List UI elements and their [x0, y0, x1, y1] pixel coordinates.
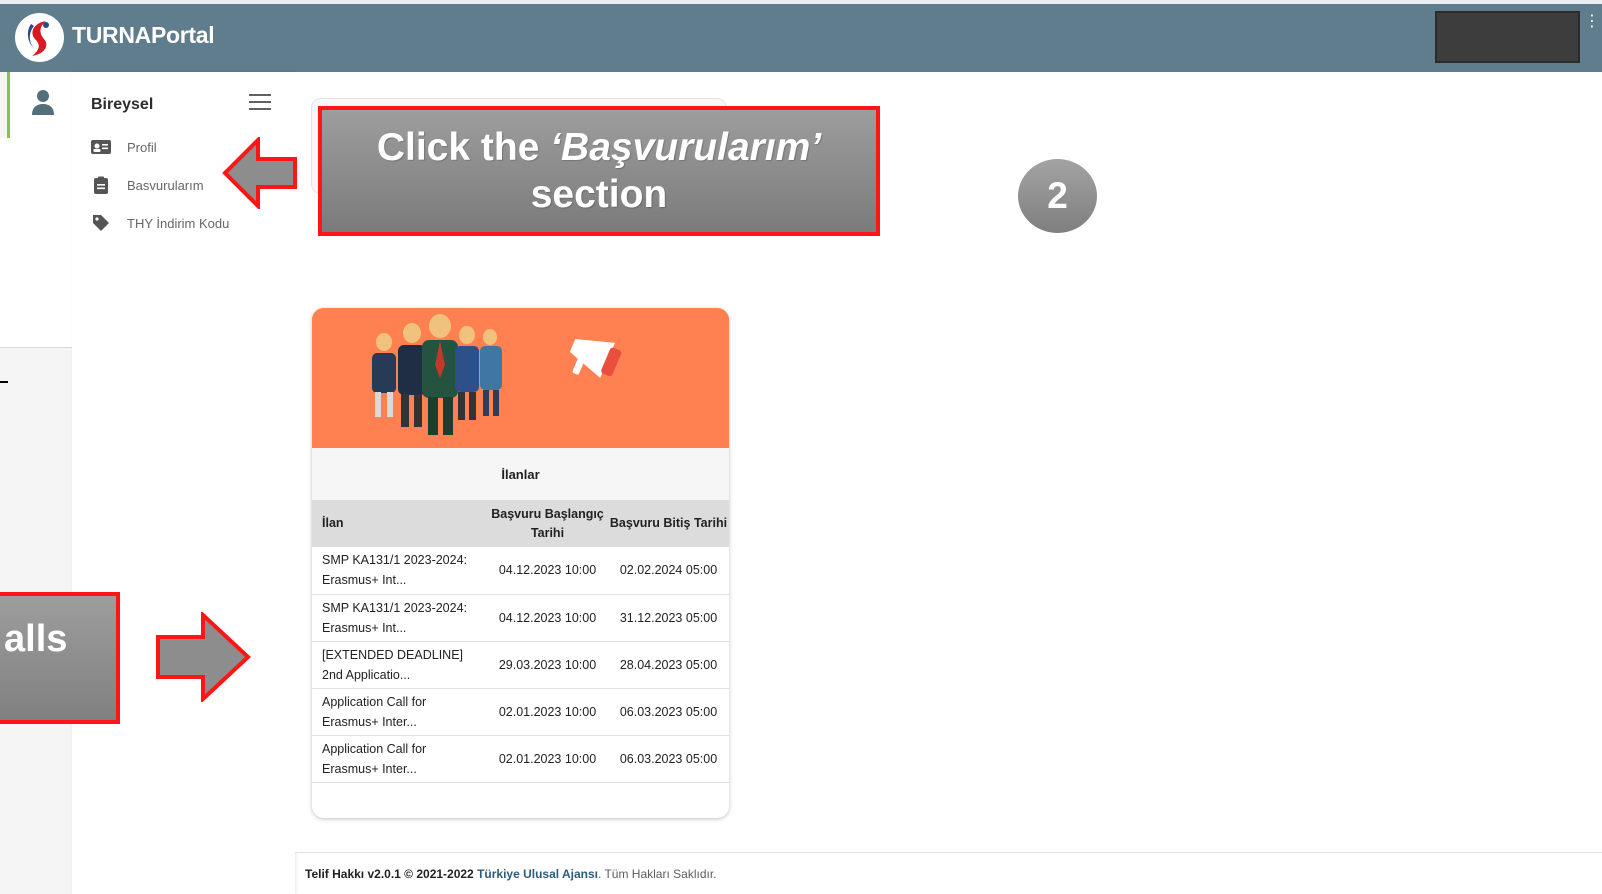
- sidebar-item-basvurularim[interactable]: Basvurularım: [90, 173, 204, 197]
- column-header-end-date[interactable]: Başvuru Bitiş Tarihi: [608, 500, 729, 547]
- calls-callout: alls: [0, 592, 120, 724]
- footer-copyright-prefix: Telif Hakkı v2.0.1 © 2021-2022: [305, 867, 474, 881]
- callout-prefix: Click the: [376, 126, 551, 169]
- step-number-badge: 2: [1018, 159, 1097, 233]
- listing-title-line-1: Application Call for: [322, 694, 427, 709]
- people-megaphone-illustration: [312, 308, 729, 448]
- listing-start-date: 02.01.2023 10:00: [487, 688, 608, 736]
- listings-card: İlanlar İlan Başvuru Başlangıç Tarihi Ba…: [312, 308, 729, 818]
- listing-start-date: 04.12.2023 10:00: [487, 547, 608, 595]
- column-header-start-date[interactable]: Başvuru Başlangıç Tarihi: [487, 500, 608, 547]
- rail-background: [0, 138, 72, 348]
- sidebar-item-label: Basvurularım: [127, 177, 204, 193]
- listings-illustration: [312, 308, 729, 448]
- table-row[interactable]: Application Call for Erasmus+ Inter... 02…: [312, 735, 729, 783]
- redacted-user-menu[interactable]: [1435, 11, 1580, 63]
- calls-callout-text: alls: [4, 618, 68, 660]
- listing-end-date: 28.04.2023 05:00: [608, 641, 729, 689]
- footer-agency-link[interactable]: Türkiye Ulusal Ajansı: [477, 867, 598, 881]
- rail-divider: [0, 347, 72, 348]
- rail-marker: [0, 381, 8, 383]
- instruction-callout: Click the ‘Başvurularım’ section: [318, 106, 880, 236]
- more-options-icon[interactable]: ⋮: [1584, 14, 1600, 30]
- table-row[interactable]: [EXTENDED DEADLINE] 2nd Applicatio... 29.…: [312, 641, 729, 689]
- listing-end-date: 31.12.2023 05:00: [608, 594, 729, 642]
- hamburger-menu-icon[interactable]: [249, 94, 271, 110]
- footer-divider: [295, 852, 1602, 853]
- listing-title-line-1: SMP KA131/1 2023-2024:: [322, 600, 468, 615]
- listing-title-line-1: Application Call for: [322, 741, 427, 756]
- table-row[interactable]: SMP KA131/1 2023-2024: Erasmus+ Int... 04…: [312, 547, 729, 595]
- listing-title-line-2: Erasmus+ Inter...: [322, 714, 417, 729]
- listing-end-date: 02.02.2024 05:00: [608, 547, 729, 595]
- left-pointing-arrow-icon: [222, 137, 297, 209]
- listing-start-date: 02.01.2023 10:00: [487, 735, 608, 783]
- listing-start-date: 29.03.2023 10:00: [487, 641, 608, 689]
- sidebar-item-profil[interactable]: Profil: [90, 135, 157, 159]
- listing-title-cell[interactable]: SMP KA131/1 2023-2024: Erasmus+ Int...: [312, 547, 487, 595]
- listing-title-line-2: Erasmus+ Int...: [322, 620, 407, 635]
- listing-title-line-2: 2nd Applicatio...: [322, 667, 411, 682]
- listing-title-cell[interactable]: SMP KA131/1 2023-2024: Erasmus+ Int...: [312, 594, 487, 642]
- listing-title-line-2: Erasmus+ Int...: [322, 573, 407, 588]
- listing-title-line-2: Erasmus+ Inter...: [322, 761, 417, 776]
- column-header-ilan[interactable]: İlan: [312, 500, 487, 547]
- listing-title-cell[interactable]: Application Call for Erasmus+ Inter...: [312, 688, 487, 736]
- listings-table: İlan Başvuru Başlangıç Tarihi Başvuru Bi…: [312, 500, 729, 783]
- listings-header-row: İlan Başvuru Başlangıç Tarihi Başvuru Bi…: [312, 500, 729, 547]
- person-icon: [32, 90, 54, 115]
- turna-logo-icon[interactable]: [15, 13, 64, 62]
- callout-emphasis: ‘Başvurularım’: [550, 126, 822, 169]
- listing-start-date: 04.12.2023 10:00: [487, 594, 608, 642]
- id-card-icon: [90, 138, 112, 156]
- right-pointing-arrow-icon: [156, 612, 251, 702]
- table-row[interactable]: SMP KA131/1 2023-2024: Erasmus+ Int... 04…: [312, 594, 729, 642]
- clipboard-icon: [90, 176, 112, 194]
- listing-title-cell[interactable]: [EXTENDED DEADLINE] 2nd Applicatio...: [312, 641, 487, 689]
- tag-icon: [90, 214, 112, 232]
- callout-line-2: section: [530, 173, 668, 216]
- listing-title-cell[interactable]: Application Call for Erasmus+ Inter...: [312, 735, 487, 783]
- portal-screen: TURNAPortal ⋮ Bireysel Profil Basvurular…: [0, 0, 1602, 894]
- listings-title: İlanlar: [312, 448, 729, 500]
- sidebar-item-label: Profil: [127, 139, 157, 155]
- turna-logo-graphic: [15, 13, 64, 62]
- rail-user-tab[interactable]: [7, 72, 72, 138]
- listing-title-line-1: SMP KA131/1 2023-2024:: [322, 553, 468, 568]
- table-row[interactable]: Application Call for Erasmus+ Inter... 02…: [312, 688, 729, 736]
- listing-title-line-1: [EXTENDED DEADLINE]: [322, 647, 464, 662]
- sidebar-item-label: THY İndirim Kodu: [127, 215, 230, 231]
- top-navigation-bar: TURNAPortal ⋮: [0, 0, 1602, 72]
- top-strip: [0, 0, 1602, 4]
- sidebar-title: Bireysel: [91, 96, 154, 113]
- sidebar-item-thy-indirim-kodu[interactable]: THY İndirim Kodu: [90, 211, 229, 235]
- listing-end-date: 06.03.2023 05:00: [608, 735, 729, 783]
- footer: Telif Hakkı v2.0.1 © 2021-2022 Türkiye U…: [305, 867, 717, 881]
- brand-title[interactable]: TURNAPortal: [72, 22, 215, 49]
- callout-line-1: Click the ‘Başvurularım’: [377, 124, 821, 171]
- listing-end-date: 06.03.2023 05:00: [608, 688, 729, 736]
- footer-rights-text: . Tüm Hakları Saklıdır.: [598, 867, 717, 881]
